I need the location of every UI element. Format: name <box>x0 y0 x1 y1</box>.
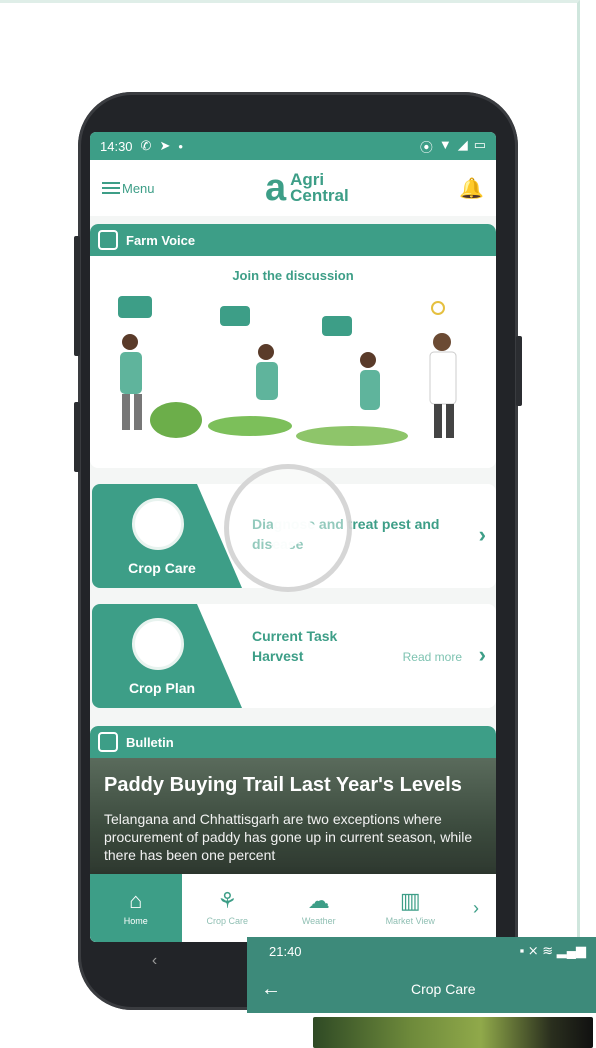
current-task-label: Current Task <box>252 628 338 644</box>
chart-icon: ▥ <box>399 888 421 913</box>
nav-weather[interactable]: ☁ Weather <box>273 874 365 942</box>
whatsapp-icon: ✆ <box>140 138 152 153</box>
chevron-right-icon[interactable]: › <box>479 642 486 668</box>
bulletin-card[interactable]: Bulletin Paddy Buying Trail Last Year's … <box>90 726 496 888</box>
current-task-value: Harvest <box>252 648 304 664</box>
hamburger-icon <box>102 182 120 194</box>
nav-weather-label: Weather <box>301 916 336 926</box>
app-logo: a Agri Central <box>265 169 349 207</box>
inset-status-icons: ▪ ⨯ ≋ ▂▄▆ <box>519 943 586 958</box>
nav-market-view[interactable]: ▥ Market View <box>365 874 457 942</box>
back-arrow-icon[interactable]: ← <box>261 978 411 1001</box>
chevron-right-icon[interactable]: › <box>479 522 486 548</box>
farm-voice-card[interactable]: Farm Voice Join the discussion <box>90 224 496 468</box>
dot-icon: • <box>178 138 183 154</box>
bixby-button <box>74 402 80 472</box>
farm-voice-header: Farm Voice <box>90 224 496 256</box>
sprout-icon: ⚘ <box>217 888 238 913</box>
logo-mark-icon: a <box>264 167 287 209</box>
inset-app-bar: ← Crop Care <box>247 965 596 1013</box>
bottom-nav: ⌂ Home ⚘ Crop Care ☁ Weather ▥ Market Vi… <box>90 874 496 942</box>
brand-line2: Central <box>290 186 349 205</box>
status-time: 14:30 <box>100 138 133 154</box>
back-nav-icon[interactable]: ‹ <box>152 952 157 970</box>
battery-icon: ▭ <box>473 136 486 152</box>
bulletin-title: Bulletin <box>126 734 174 750</box>
weather-icon: ☁ <box>307 888 330 913</box>
video-play-button[interactable] <box>224 464 352 592</box>
location-icon: ⦿ <box>419 139 433 155</box>
farmers-discussion-illustration <box>118 296 457 446</box>
power-button <box>516 336 522 406</box>
telegram-icon: ➤ <box>159 138 171 153</box>
inset-title: Crop Care <box>411 981 476 997</box>
read-more-link[interactable]: Read more <box>403 650 462 664</box>
nav-crop-care[interactable]: ⚘ Crop Care <box>182 874 274 942</box>
crop-plan-label: Crop Plan <box>128 680 196 696</box>
newspaper-icon <box>98 732 118 752</box>
people-icon <box>98 230 118 250</box>
bulletin-header: Bulletin <box>90 726 496 758</box>
nav-home-label: Home <box>123 916 148 926</box>
volume-button <box>74 236 80 356</box>
nav-crop-care-label: Crop Care <box>206 916 248 926</box>
menu-label: Menu <box>122 180 155 196</box>
crop-care-screen-inset: 21:40 ▪ ⨯ ≋ ▂▄▆ ← Crop Care <box>247 937 596 1048</box>
book-icon <box>132 618 184 670</box>
nav-more-chevron-icon[interactable]: › <box>456 874 496 942</box>
notification-bell-icon[interactable]: 🔔 <box>459 176 484 201</box>
join-discussion-text: Join the discussion <box>232 268 354 283</box>
play-icon <box>273 499 321 559</box>
app-bar: Menu a Agri Central 🔔 <box>90 160 496 216</box>
farm-voice-title: Farm Voice <box>126 232 196 248</box>
hand-sprout-icon <box>132 498 184 550</box>
crop-care-label: Crop Care <box>128 560 196 576</box>
home-icon: ⌂ <box>129 888 143 913</box>
status-bar: 14:30 ✆ ➤ • ⦿ ▼ ◢ ▭ <box>90 132 496 160</box>
signal-icon: ◢ <box>457 136 468 152</box>
bulletin-body: Telangana and Chhattisgarh are two excep… <box>104 811 473 863</box>
menu-button[interactable]: Menu <box>102 181 155 196</box>
inset-status-bar: 21:40 ▪ ⨯ ≋ ▂▄▆ <box>247 937 596 965</box>
wifi-icon: ▼ <box>438 136 452 152</box>
crop-plan-card[interactable]: Crop Plan Current Task Harvest Read more… <box>92 604 496 708</box>
bulletin-headline: Paddy Buying Trail Last Year's Levels <box>104 774 462 796</box>
nav-market-view-label: Market View <box>385 916 435 926</box>
nav-home[interactable]: ⌂ Home <box>90 874 182 942</box>
inset-time: 21:40 <box>269 943 302 959</box>
leaf-photo <box>313 1017 593 1048</box>
